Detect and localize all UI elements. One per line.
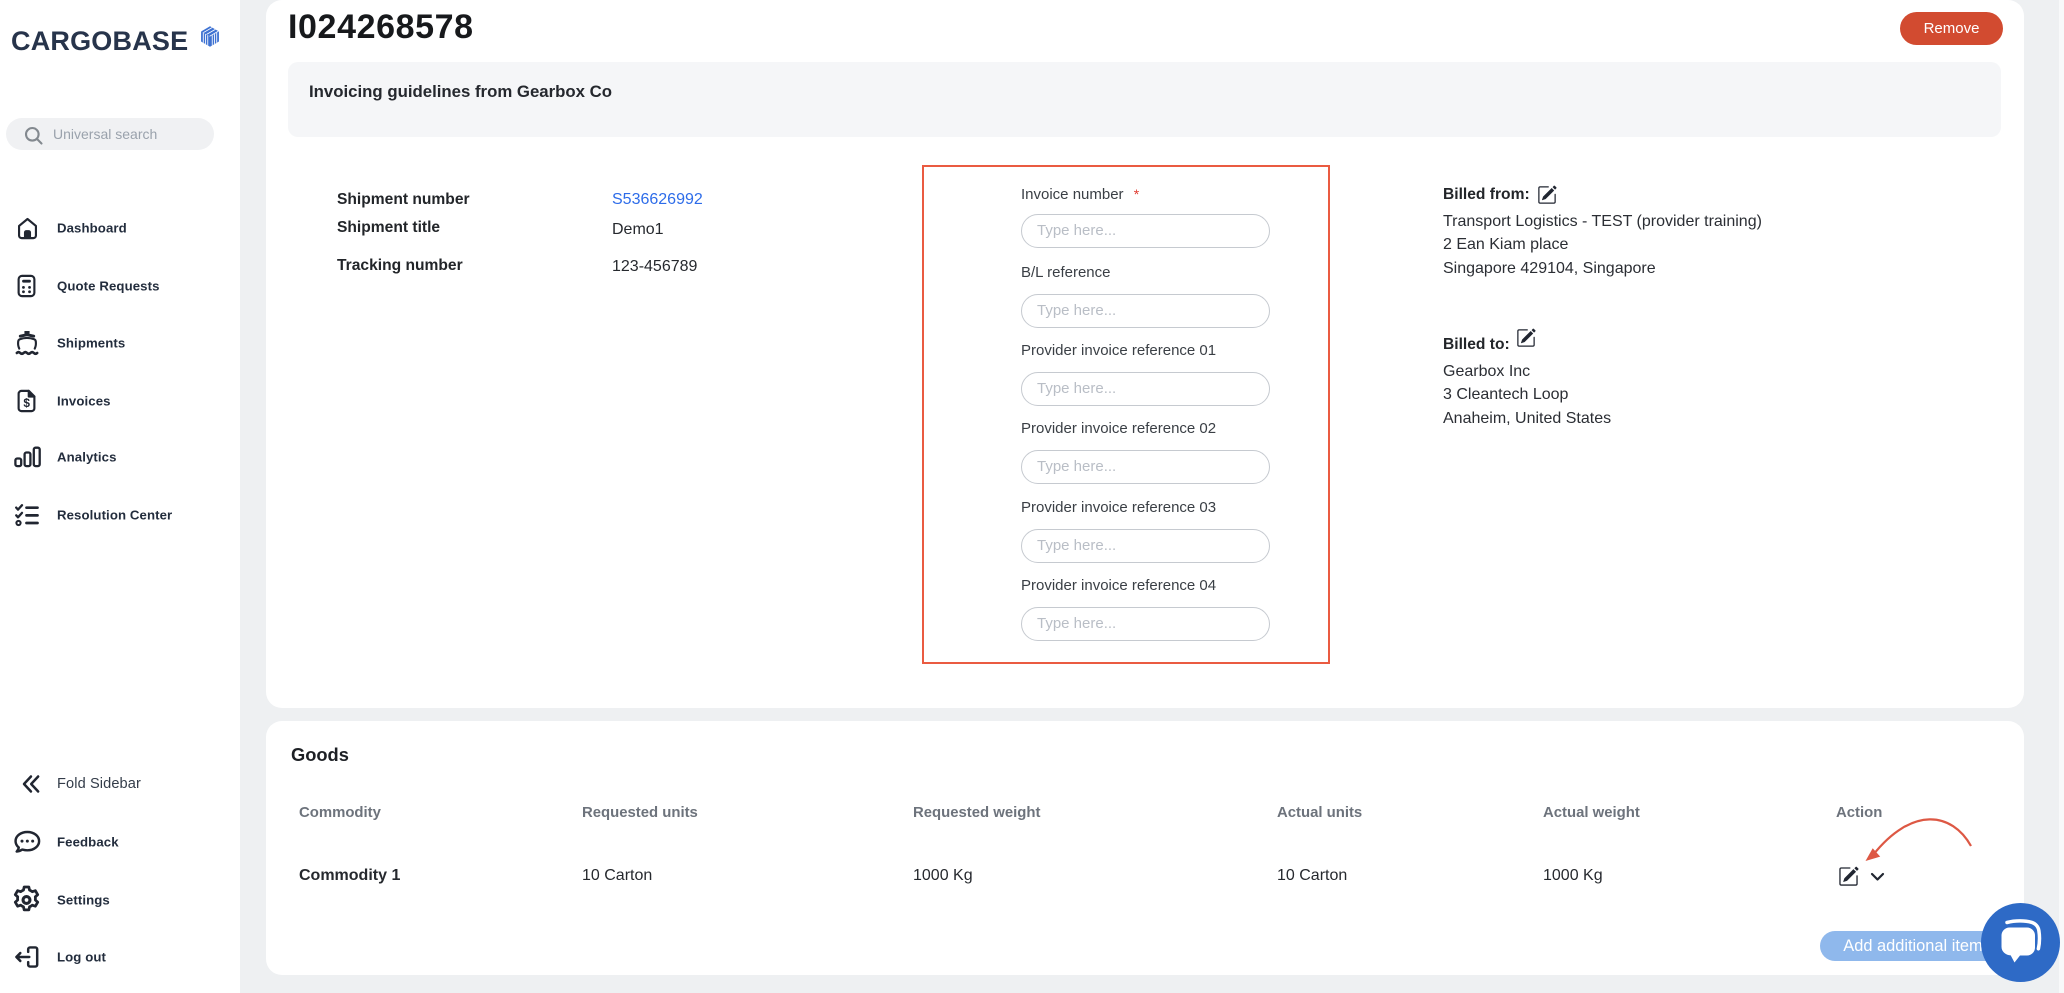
svg-text:$: $ <box>23 396 30 410</box>
